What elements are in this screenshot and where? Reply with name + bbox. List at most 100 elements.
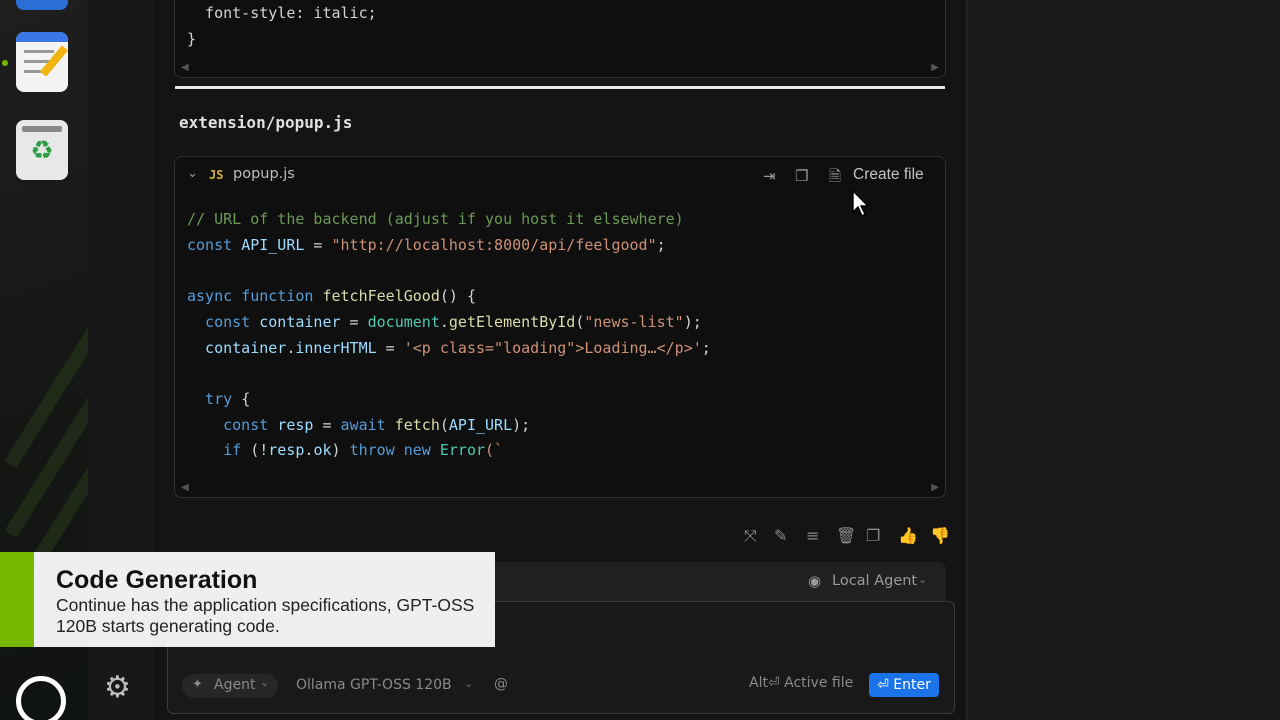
- code-line: }: [187, 27, 377, 53]
- enter-button[interactable]: ⏎ Enter: [869, 673, 939, 697]
- collapse-icon[interactable]: ⤧: [744, 526, 757, 546]
- code-line: container.innerHTML = '<p class="loading…: [187, 336, 711, 362]
- code-token: async: [187, 287, 242, 306]
- code-token: '<p class="loading">Loading…</p>': [403, 338, 702, 357]
- code-token: );: [512, 415, 531, 434]
- code-line: // URL of the backend (adjust if you hos…: [187, 207, 711, 233]
- code-token: =: [304, 235, 332, 254]
- code-line: const container = document.getElementByI…: [187, 310, 711, 336]
- gear-icon[interactable]: ⚙: [104, 670, 131, 705]
- code-token: =: [313, 415, 341, 434]
- thumbs-down-icon[interactable]: 👎: [930, 526, 950, 545]
- code-token: ;: [701, 338, 711, 357]
- mode-label: Agent: [214, 677, 256, 693]
- dock-app-icon[interactable]: [16, 0, 68, 10]
- agent-icon: ◉: [808, 572, 822, 590]
- code-token: ;: [656, 235, 666, 254]
- code-token: =: [340, 312, 368, 331]
- code-token: const: [187, 415, 278, 434]
- chevron-down-icon[interactable]: ⌄: [918, 573, 927, 586]
- code-token: fetch: [394, 415, 440, 434]
- code-content: // URL of the backend (adjust if you hos…: [187, 207, 711, 464]
- thumbs-up-icon[interactable]: 👍: [898, 526, 918, 545]
- code-file-name: popup.js: [233, 166, 295, 182]
- code-token: try: [187, 389, 242, 408]
- code-token: resp: [268, 441, 305, 460]
- copy-icon[interactable]: ❐: [866, 526, 880, 545]
- code-token: fetchFeelGood: [322, 287, 440, 306]
- code-token: () {: [439, 287, 476, 306]
- code-token: (: [439, 415, 449, 434]
- code-token: function: [241, 287, 323, 306]
- edit-icon[interactable]: ✎: [774, 526, 787, 545]
- copy-icon[interactable]: ❐: [795, 167, 808, 185]
- js-file-icon: JS: [209, 168, 224, 182]
- code-token: document: [367, 312, 440, 331]
- active-file-hint: Alt⏎ Active file: [749, 675, 854, 691]
- agent-selector[interactable]: Local Agent: [832, 573, 917, 589]
- code-token: (`: [485, 441, 504, 460]
- scroll-right-icon[interactable]: ▶: [931, 482, 939, 493]
- trash-icon[interactable]: ♻: [16, 120, 68, 180]
- new-file-icon[interactable]: 🗎: [829, 166, 841, 191]
- chevron-down-icon: ⌄: [260, 676, 270, 689]
- code-token: (!: [250, 441, 269, 460]
- caption-body: Continue has the application specificati…: [56, 595, 475, 636]
- code-line: try {: [187, 387, 711, 413]
- code-token: resp: [277, 415, 314, 434]
- scroll-left-icon[interactable]: ◀: [181, 482, 189, 493]
- code-token: );: [683, 312, 702, 331]
- horizontal-scrollbar[interactable]: ◀ ▶: [175, 59, 945, 77]
- code-token: // URL of the backend (adjust if you hos…: [187, 210, 684, 228]
- apply-to-file-icon[interactable]: ⇥: [763, 167, 776, 185]
- code-token: await: [340, 415, 395, 434]
- code-line: async function fetchFeelGood() {: [187, 284, 711, 310]
- caption-accent-bar: [0, 552, 34, 647]
- code-token: ): [331, 441, 350, 460]
- code-block-popup-js: ⌄ JS popup.js ⇥ ❐ 🗎 Create file // URL o…: [174, 156, 946, 498]
- chevron-down-icon[interactable]: ⌄: [464, 677, 473, 690]
- running-indicator: [2, 60, 8, 66]
- scroll-left-icon[interactable]: ◀: [181, 62, 189, 73]
- code-token: throw: [349, 441, 404, 460]
- code-token: const: [187, 235, 242, 254]
- code-token: font-style: italic;: [187, 4, 377, 22]
- ubuntu-logo-icon[interactable]: [16, 676, 66, 720]
- code-token: container: [187, 338, 287, 357]
- code-token: "http://localhost:8000/api/feelgood": [331, 235, 657, 254]
- code-token: innerHTML: [295, 338, 377, 357]
- caption-overlay: Code Generation Continue has the applica…: [0, 552, 495, 647]
- code-token: "news-list": [584, 312, 684, 331]
- create-file-button[interactable]: Create file: [853, 166, 924, 184]
- mouse-cursor-icon: [852, 190, 870, 218]
- sparkle-icon: ✦: [192, 677, 203, 692]
- code-token: container: [259, 312, 341, 331]
- code-line: const API_URL = "http://localhost:8000/a…: [187, 233, 711, 259]
- mode-selector[interactable]: ✦ Agent ⌄: [182, 674, 278, 698]
- code-token: ok: [313, 441, 332, 460]
- delete-icon[interactable]: 🗑: [836, 526, 856, 545]
- mention-button[interactable]: @: [494, 676, 508, 692]
- code-line: font-style: italic;: [187, 1, 377, 27]
- code-token: {: [241, 389, 251, 408]
- code-token: Error: [439, 441, 486, 460]
- code-token: =: [376, 338, 404, 357]
- code-token: if: [187, 441, 251, 460]
- horizontal-scrollbar[interactable]: ◀ ▶: [175, 479, 945, 497]
- code-block-css: font-style: italic;} ◀ ▶: [174, 0, 946, 78]
- text-editor-icon[interactable]: [16, 32, 68, 92]
- code-token: }: [187, 29, 197, 48]
- scroll-right-icon[interactable]: ▶: [931, 62, 939, 73]
- code-content: font-style: italic;}: [187, 1, 377, 52]
- code-line: if (!resp.ok) throw new Error(`: [187, 438, 711, 464]
- insert-icon[interactable]: ≡: [806, 526, 819, 545]
- code-block-header: ⌄ JS popup.js ⇥ ❐ 🗎 Create file: [175, 157, 945, 195]
- section-filename: extension/popup.js: [179, 113, 353, 132]
- editor-panel: [966, 0, 1280, 720]
- model-selector[interactable]: Ollama GPT-OSS 120B: [296, 677, 452, 693]
- chevron-down-icon[interactable]: ⌄: [187, 166, 198, 181]
- code-line: const resp = await fetch(API_URL);: [187, 413, 711, 439]
- code-token: API_URL: [448, 415, 513, 434]
